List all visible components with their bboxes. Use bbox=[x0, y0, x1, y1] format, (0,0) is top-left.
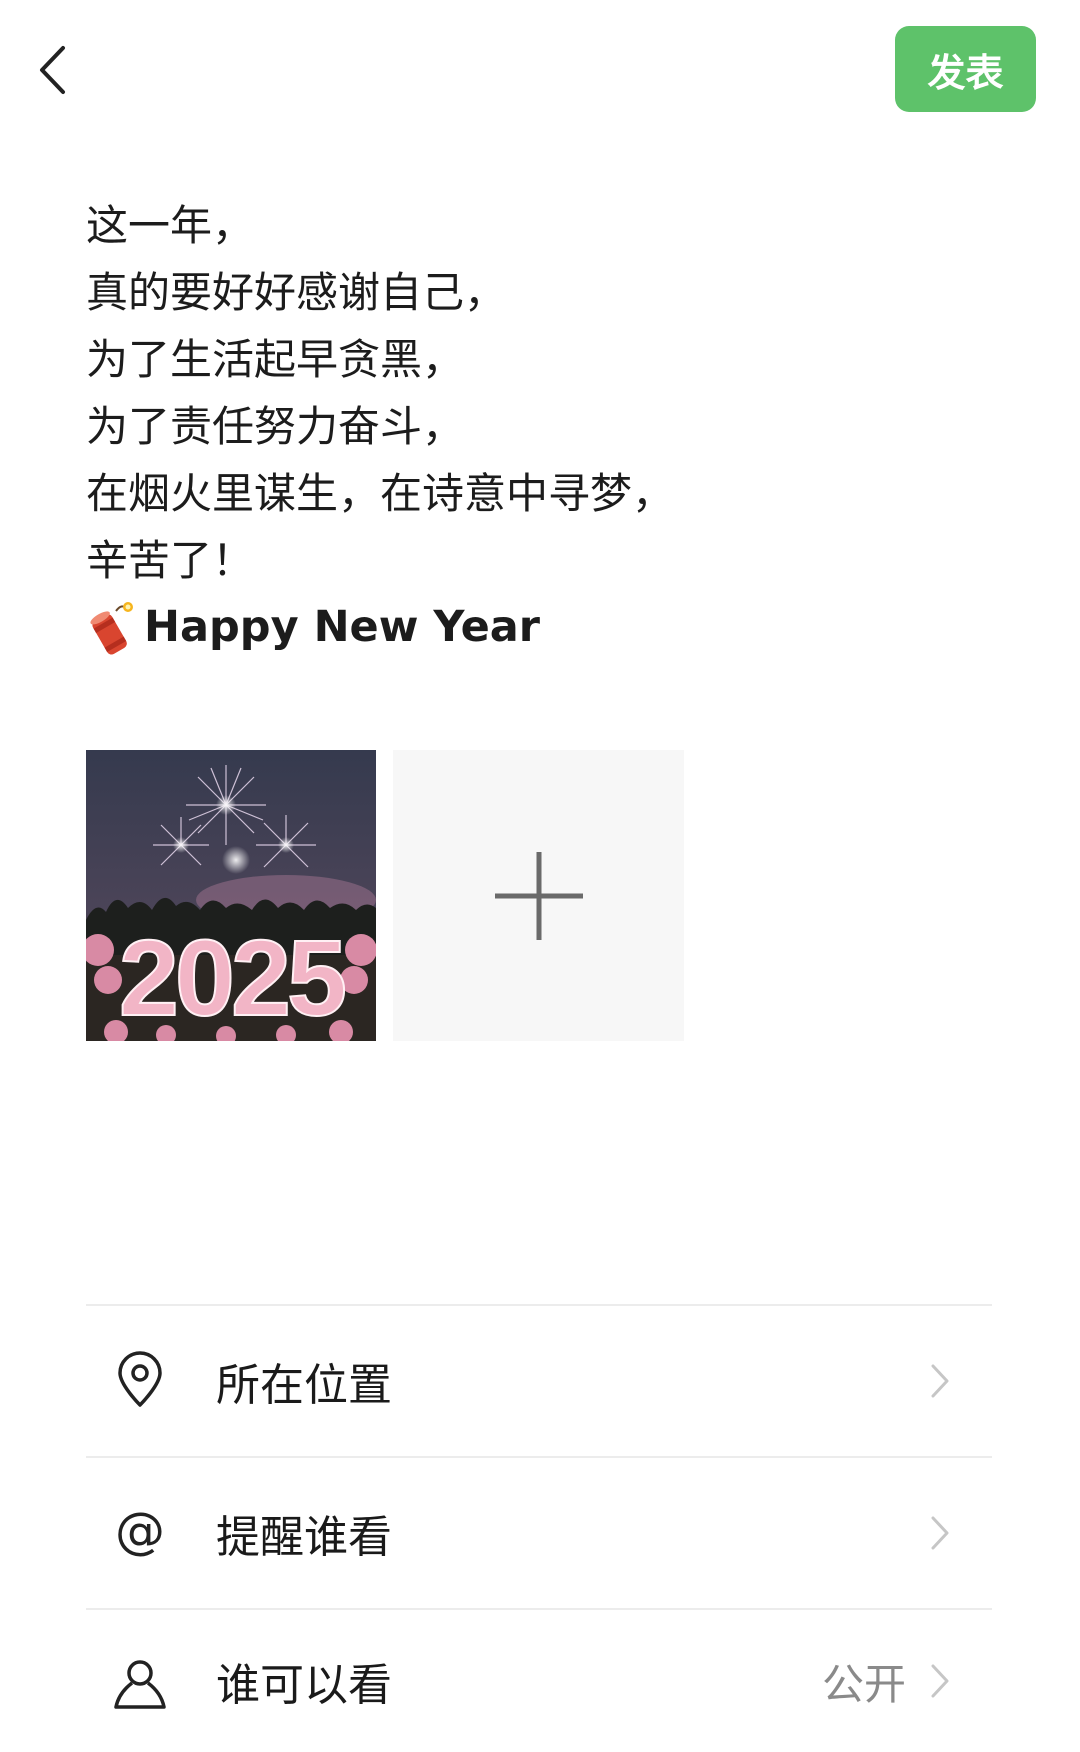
post-text-line: 为了责任努力奋斗， bbox=[86, 402, 465, 451]
svg-text:@: @ bbox=[115, 1503, 165, 1560]
visibility-value: 公开 bbox=[821, 1659, 906, 1709]
location-row[interactable]: 所在位置 bbox=[86, 1306, 992, 1456]
visibility-row[interactable]: 谁可以看 公开 bbox=[86, 1610, 992, 1752]
post-text-input[interactable]: 这一年， 真的要好好感谢自己， 为了生活起早贪黑， 为了责任努力奋斗， 在烟火里… bbox=[86, 192, 986, 661]
person-icon bbox=[114, 1660, 166, 1709]
photo-year-text: 2025 bbox=[119, 917, 345, 1038]
chevron-right-icon bbox=[931, 1516, 949, 1550]
fireworks-2025-image: 2025 bbox=[86, 750, 376, 1041]
publish-button[interactable]: 发表 bbox=[895, 26, 1036, 112]
add-photo-button[interactable] bbox=[393, 750, 684, 1041]
firecracker-icon bbox=[90, 601, 133, 654]
chevron-left-icon bbox=[40, 46, 65, 94]
post-text-line: 在烟火里谋生，在诗意中寻梦， bbox=[86, 469, 675, 518]
visibility-label: 谁可以看 bbox=[216, 1660, 392, 1711]
post-text-line: 这一年， bbox=[86, 201, 255, 250]
plus-icon bbox=[494, 851, 583, 940]
post-text-line: 辛苦了！ bbox=[86, 536, 255, 585]
post-composer: 发表 这一年， 真的要好好感谢自己， 为了生活起早贪黑， 为了责任努力奋斗， 在… bbox=[0, 0, 1080, 1752]
greeting-line: Happy New Year bbox=[86, 594, 986, 661]
post-text-line: 为了生活起早贪黑， bbox=[86, 335, 465, 384]
at-sign-icon: @ bbox=[115, 1503, 165, 1560]
location-pin-icon bbox=[118, 1351, 162, 1407]
greeting-text: Happy New Year bbox=[144, 602, 540, 652]
mention-row[interactable]: @ 提醒谁看 bbox=[86, 1458, 992, 1608]
location-label: 所在位置 bbox=[216, 1360, 392, 1411]
attached-photo[interactable]: 2025 bbox=[86, 750, 376, 1041]
post-text-line: 真的要好好感谢自己， bbox=[86, 268, 507, 317]
mention-label: 提醒谁看 bbox=[216, 1512, 392, 1563]
back-button[interactable] bbox=[30, 40, 80, 100]
chevron-right-icon bbox=[931, 1364, 949, 1398]
chevron-right-icon bbox=[931, 1664, 949, 1698]
